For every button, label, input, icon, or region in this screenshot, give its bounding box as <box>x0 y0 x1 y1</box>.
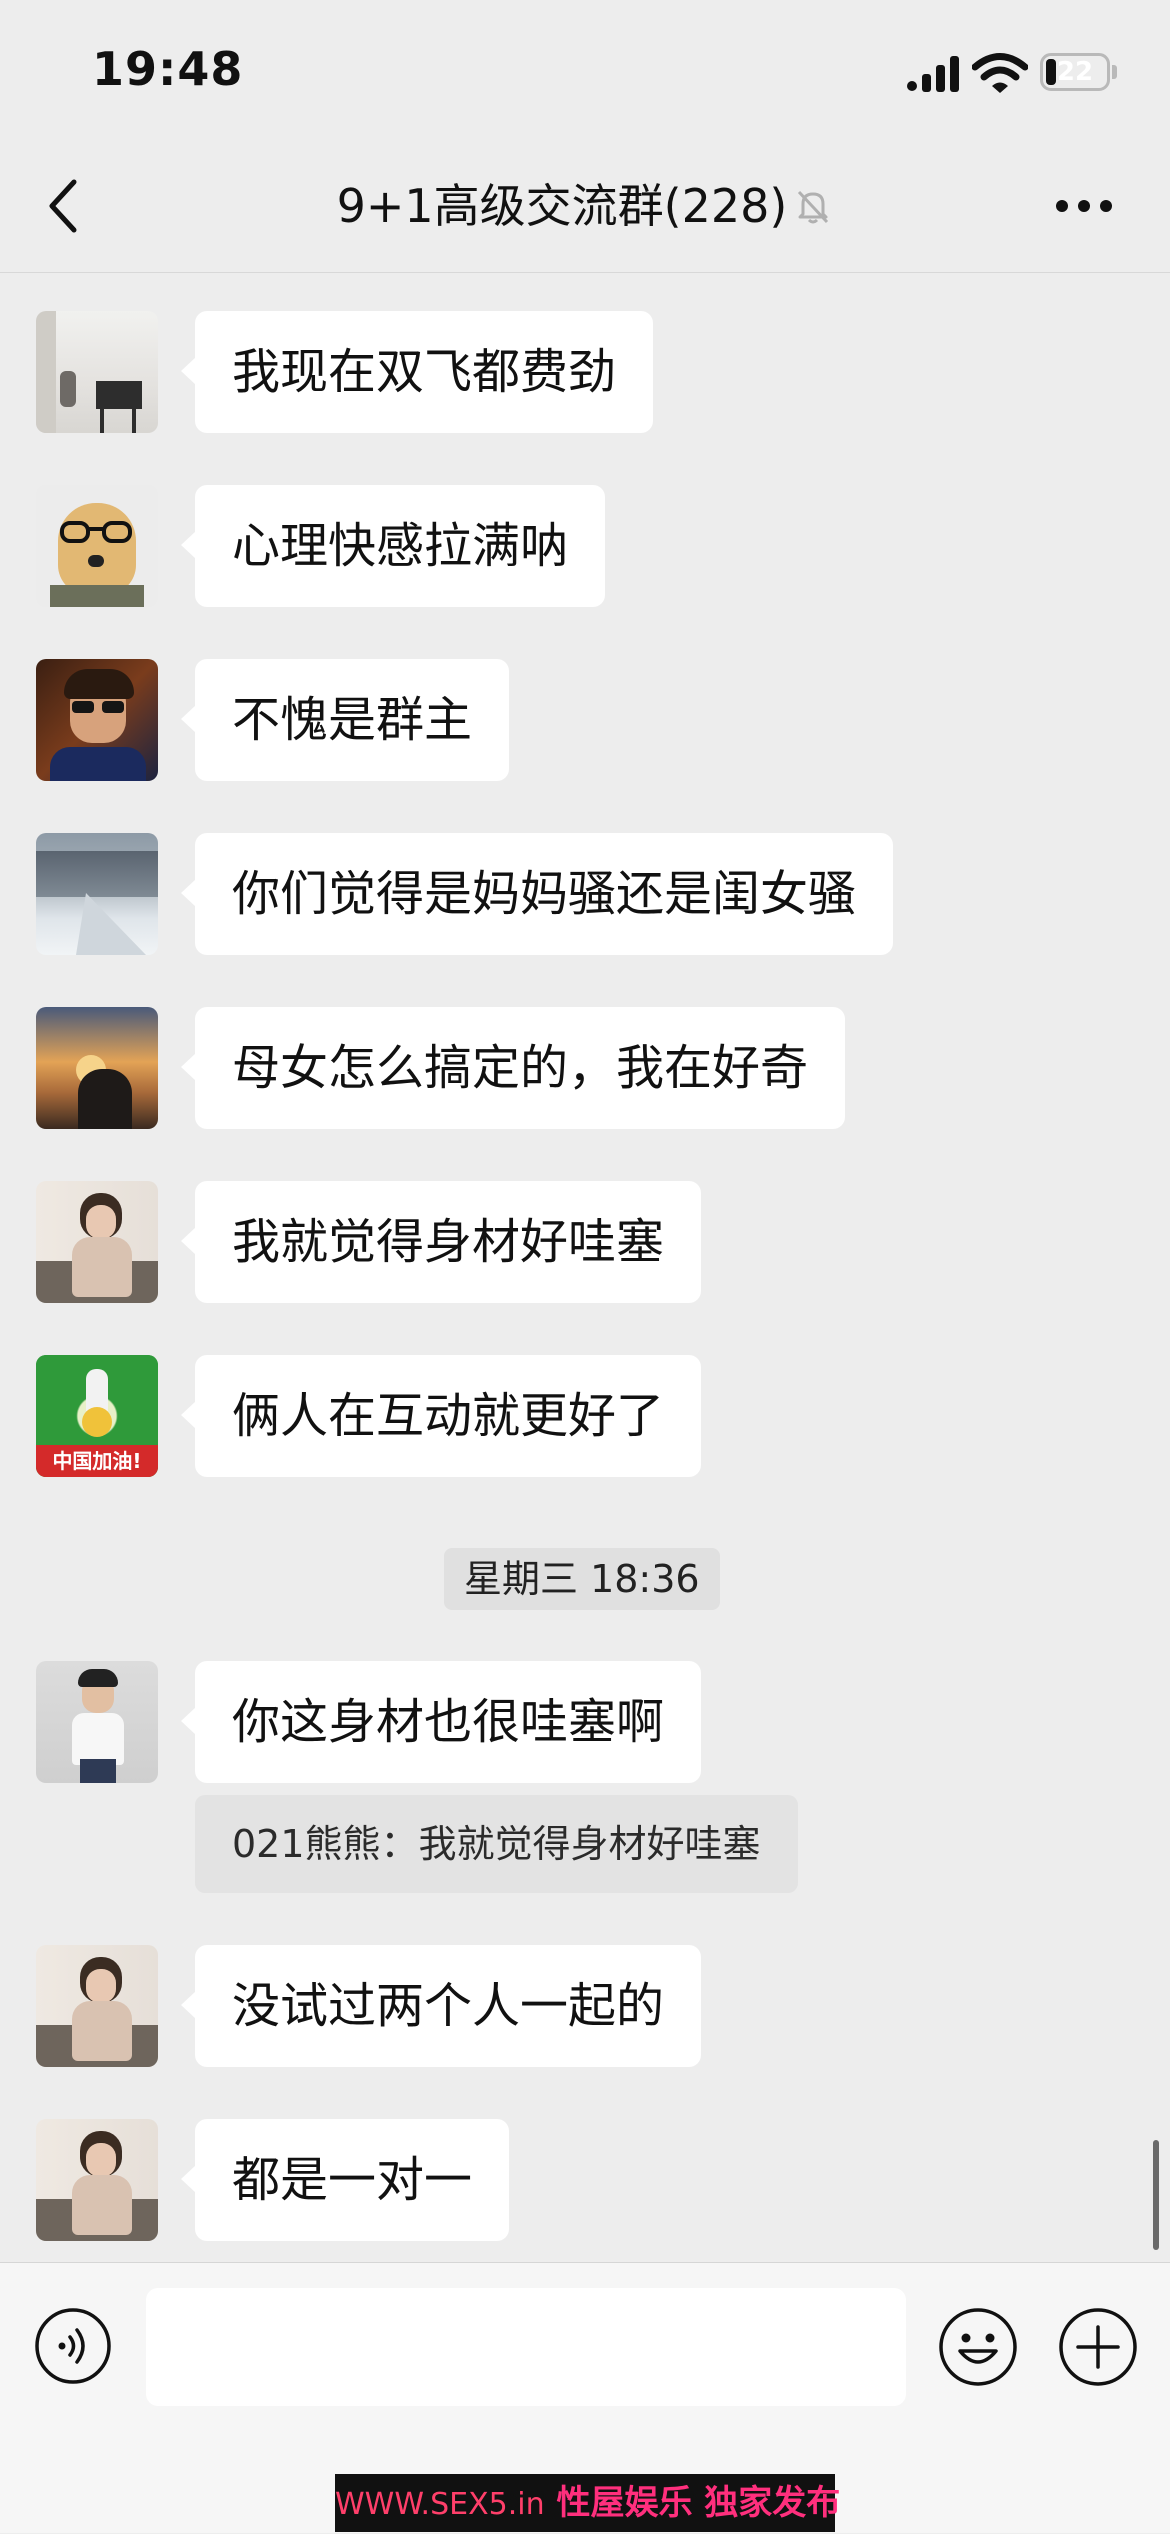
message-bubble[interactable]: 你们觉得是妈妈骚还是闺女骚 <box>180 833 894 955</box>
message-bubble[interactable]: 没试过两个人一起的 <box>180 1945 702 2067</box>
message-bubble[interactable]: 我就觉得身材好哇塞 <box>180 1181 702 1303</box>
avatar[interactable] <box>36 311 158 433</box>
avatar-badge-text: 中国加油! <box>36 1445 158 1477</box>
avatar[interactable] <box>36 659 158 781</box>
avatar[interactable] <box>36 1945 158 2067</box>
message-input[interactable] <box>146 2288 906 2406</box>
message-bubble[interactable]: 我现在双飞都费劲 <box>180 311 654 433</box>
status-time: 19:48 <box>92 42 244 96</box>
voice-icon[interactable] <box>34 2307 112 2385</box>
message-bubble[interactable]: 母女怎么搞定的，我在好奇 <box>180 1007 846 1129</box>
avatar[interactable] <box>36 1181 158 1303</box>
avatar[interactable] <box>36 2119 158 2241</box>
chat-title-text: 9+1高级交流群(228) <box>336 179 788 233</box>
message-bubble[interactable]: 都是一对一 <box>180 2119 510 2241</box>
avatar[interactable] <box>36 1661 158 1783</box>
time-divider: 星期三 18:36 <box>444 1548 720 1610</box>
message-bubble[interactable]: 不愧是群主 <box>180 659 510 781</box>
plus-icon[interactable] <box>1058 2307 1138 2387</box>
emoji-icon[interactable] <box>938 2307 1018 2387</box>
message-bubble[interactable]: 你这身材也很哇塞啊 <box>180 1661 702 1783</box>
message-bubble[interactable]: 心理快感拉满呐 <box>180 485 606 607</box>
battery-icon: 22 <box>1040 53 1110 91</box>
scrollbar[interactable] <box>1153 2140 1159 2250</box>
avatar[interactable]: 中国加油! <box>36 1355 158 1477</box>
quoted-reply[interactable]: 021熊熊：我就觉得身材好哇塞 <box>195 1795 798 1893</box>
mute-bell-icon <box>798 190 829 224</box>
battery-level: 22 <box>1056 57 1094 87</box>
wifi-icon <box>972 53 1028 93</box>
signal-icon <box>907 56 959 92</box>
avatar[interactable] <box>36 1007 158 1129</box>
watermark-text: 性屋娱乐 独家发布 <box>556 2483 841 2523</box>
status-bar: 19:48 22 <box>0 0 1170 140</box>
message-bubble[interactable]: 俩人在互动就更好了 <box>180 1355 702 1477</box>
chat-header: 9+1高级交流群(228) <box>0 140 1170 273</box>
avatar[interactable] <box>36 833 158 955</box>
avatar[interactable] <box>36 485 158 607</box>
more-dots-icon[interactable] <box>1054 198 1114 214</box>
watermark: WWW.SEX5.in 性屋娱乐 独家发布 <box>335 2474 840 2532</box>
watermark-url: WWW.SEX5.in <box>335 2487 545 2522</box>
chat-title: 9+1高级交流群(228) <box>0 178 1170 234</box>
